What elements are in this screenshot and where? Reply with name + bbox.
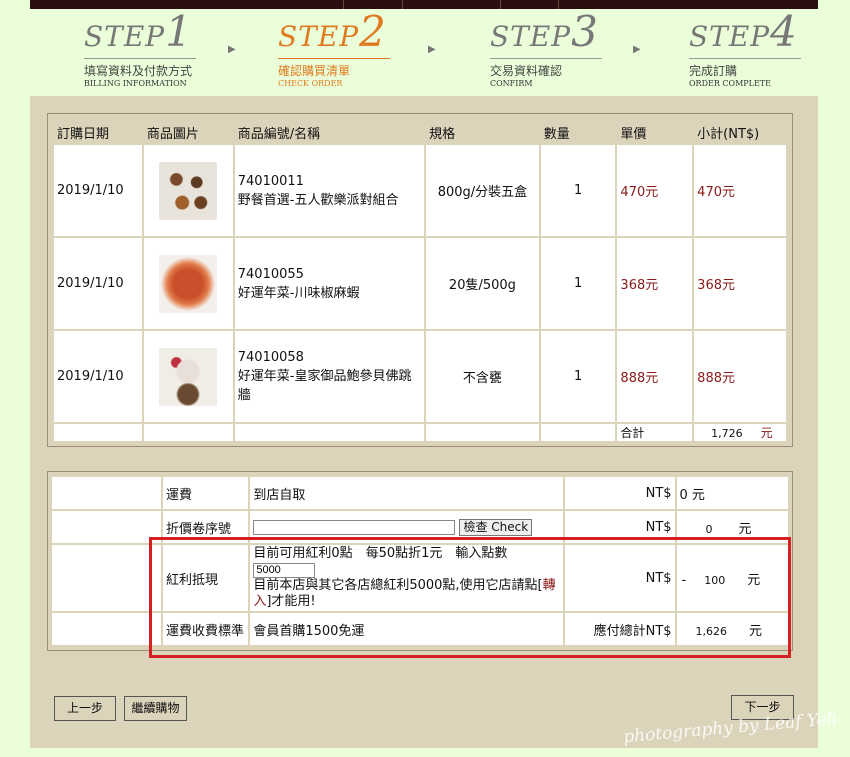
shipping-label: 運費	[162, 477, 249, 509]
product-qty: 1	[540, 145, 616, 236]
step-4: STEP4 完成訂購 ORDER COMPLETE	[689, 11, 801, 88]
product-code: 74010058	[237, 350, 304, 365]
step-2: STEP2 確認購買清單 CHECK ORDER	[278, 11, 390, 88]
product-image[interactable]	[159, 254, 218, 313]
product-code: 74010055	[237, 266, 304, 282]
step-arrow-icon: ▶	[633, 44, 641, 55]
prev-step-button[interactable]: 上一步	[54, 696, 116, 721]
top-bar	[30, 0, 818, 9]
coupon-check-button[interactable]: 檢查 Check	[459, 518, 533, 536]
step-1-number: 1	[165, 7, 193, 56]
order-list: 訂購日期 商品圖片 商品編號/名稱 規格 數量 單價 小計(NT$) 2019/…	[47, 113, 793, 447]
step-arrow-icon: ▶	[428, 44, 436, 55]
step-arrow-icon: ▶	[228, 44, 236, 55]
continue-shopping-button[interactable]: 繼續購物	[124, 696, 187, 721]
total-label: 合計	[617, 424, 693, 441]
header-date: 訂購日期	[57, 126, 110, 142]
step-4-label: 完成訂購	[689, 64, 738, 78]
total-value: 1,726	[711, 427, 743, 440]
step-4-sublabel: ORDER COMPLETE	[689, 79, 771, 88]
product-name-cell: 74010055 好運年菜-川味椒麻蝦	[234, 238, 425, 329]
row-subtotal: 470元	[694, 145, 786, 236]
unit-price: 888元	[617, 331, 693, 422]
product-name[interactable]: 好運年菜-川味椒麻蝦	[238, 282, 421, 301]
coupon-unit: 元	[738, 521, 752, 537]
order-date: 2019/1/10	[54, 238, 142, 329]
header-name: 商品編號/名稱	[237, 126, 321, 142]
step-4-word: STEP	[689, 20, 771, 53]
product-code: 74010011	[237, 173, 304, 189]
table-row: 2019/1/10 74010055 好運年菜-川味椒麻蝦 20隻/500g 1 …	[54, 238, 786, 329]
step-1-label: 填寫資料及付款方式	[84, 64, 193, 78]
step-2-number: 2	[359, 7, 387, 56]
order-table: 訂購日期 商品圖片 商品編號/名稱 規格 數量 單價 小計(NT$) 2019/…	[52, 119, 788, 443]
product-name-cell: 74010058 好運年菜-皇家御品鮑參貝佛跳牆	[234, 331, 425, 422]
order-date: 2019/1/10	[54, 145, 142, 236]
table-row: 2019/1/10 74010058 好運年菜-皇家御品鮑參貝佛跳牆 不含甕 1 …	[54, 331, 786, 422]
shipping-row: 運費 到店自取 NT$ 0 元	[52, 477, 788, 509]
step-4-number: 4	[770, 7, 798, 56]
step-1: STEP1 填寫資料及付款方式 BILLING INFORMATION	[84, 11, 196, 88]
product-qty: 1	[540, 238, 616, 329]
step-3-number: 3	[571, 7, 599, 56]
table-row: 2019/1/10 74010011 野餐首選-五人歡樂派對組合 800g/分裝五…	[54, 145, 786, 236]
step-2-label: 確認購買清單	[278, 64, 351, 78]
product-spec: 不含甕	[426, 331, 539, 422]
total-unit: 元	[760, 426, 773, 440]
header-price: 單價	[620, 126, 647, 142]
step-1-word: STEP	[84, 20, 166, 53]
unit-price: 470元	[617, 145, 693, 236]
step-3-sublabel: CONFIRM	[490, 79, 533, 88]
product-name[interactable]: 好運年菜-皇家御品鮑參貝佛跳牆	[238, 365, 421, 403]
row-subtotal: 368元	[694, 238, 786, 329]
step-1-sublabel: BILLING INFORMATION	[84, 79, 187, 88]
step-3: STEP3 交易資料確認 CONFIRM	[490, 11, 602, 88]
header-qty: 數量	[543, 126, 570, 142]
unit-price: 368元	[617, 238, 693, 329]
product-name-cell: 74010011 野餐首選-五人歡樂派對組合	[234, 145, 425, 236]
shipping-method: 到店自取	[250, 477, 564, 509]
product-qty: 1	[540, 331, 616, 422]
step-2-word: STEP	[278, 20, 360, 53]
order-date: 2019/1/10	[54, 331, 142, 422]
step-3-label: 交易資料確認	[490, 64, 563, 78]
header-subtotal: 小計(NT$)	[697, 126, 760, 142]
step-2-sublabel: CHECK ORDER	[278, 79, 343, 88]
shipping-currency: NT$	[565, 477, 675, 509]
header-image: 商品圖片	[146, 126, 199, 142]
product-spec: 20隻/500g	[426, 238, 539, 329]
step-3-word: STEP	[490, 20, 572, 53]
product-name[interactable]: 野餐首選-五人歡樂派對組合	[238, 189, 421, 208]
product-image[interactable]	[159, 347, 218, 406]
coupon-input[interactable]	[253, 519, 456, 535]
header-spec: 規格	[429, 126, 456, 142]
product-image[interactable]	[159, 161, 218, 220]
row-subtotal: 888元	[694, 331, 786, 422]
total-row: 合計 1,726 元	[54, 424, 786, 441]
coupon-amount: 0	[705, 522, 713, 536]
product-spec: 800g/分裝五盒	[426, 145, 539, 236]
total-cell: 1,726 元	[694, 424, 786, 441]
highlight-box	[149, 537, 791, 658]
order-header-row: 訂購日期 商品圖片 商品編號/名稱 規格 數量 單價 小計(NT$)	[54, 121, 786, 143]
shipping-amount: 0 元	[676, 477, 788, 509]
